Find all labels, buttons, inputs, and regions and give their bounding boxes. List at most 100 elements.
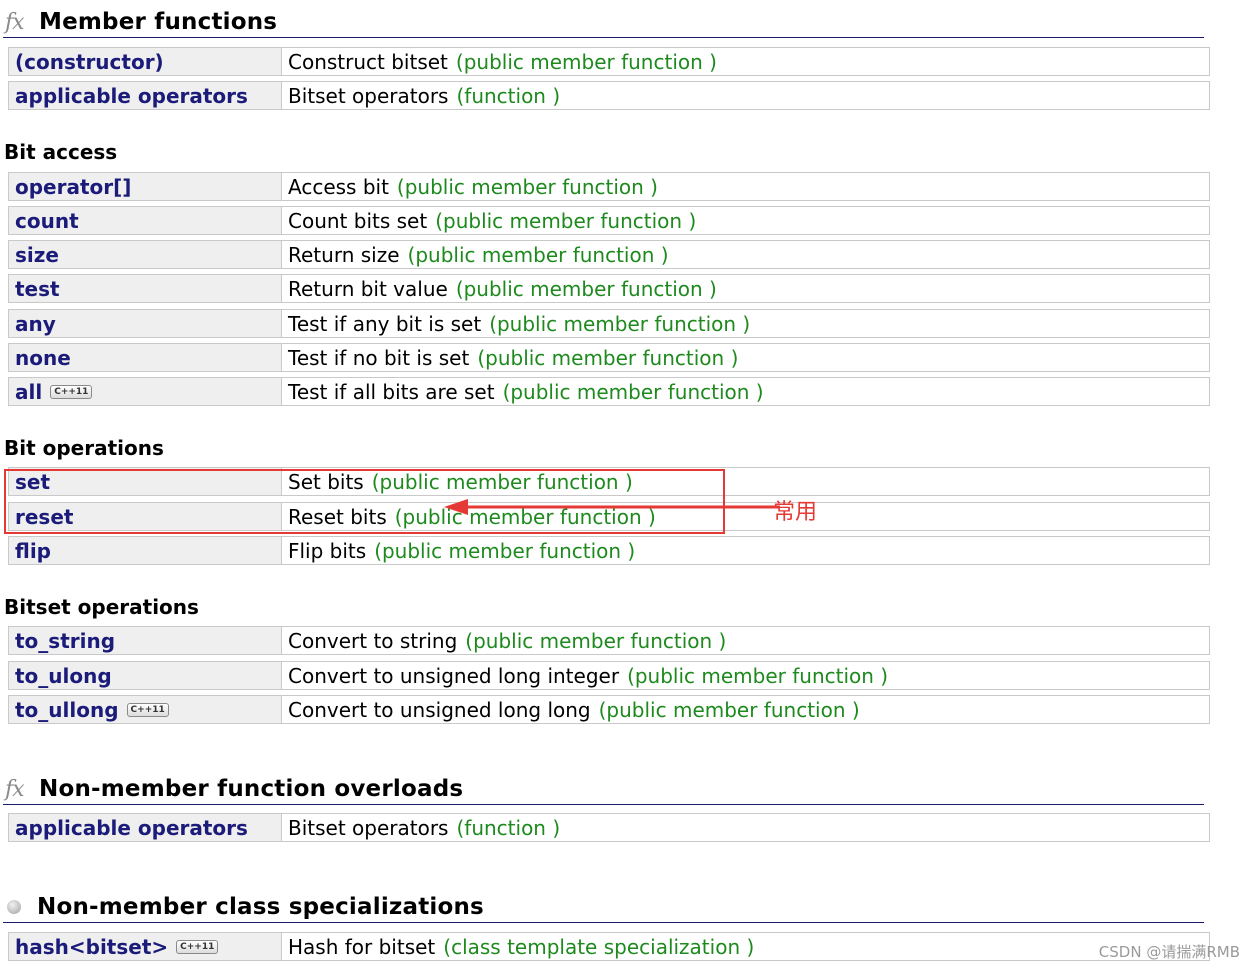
row-description: Test if all bits are set (public member … [282, 378, 1209, 405]
description-text: Flip bits [288, 538, 367, 563]
description-text: Convert to unsigned long integer [288, 663, 620, 688]
row-description: Set bits (public member function ) [282, 468, 1209, 495]
row-description: Test if any bit is set (public member fu… [282, 310, 1209, 337]
description-text: Test if no bit is set [288, 345, 470, 370]
group-title-bit-access: Bit access [4, 140, 118, 164]
section-non-member-overloads: fx Non-member function overloads [3, 774, 1204, 805]
table-row: flip Flip bits (public member function ) [8, 536, 1210, 565]
fx-icon: fx [5, 9, 25, 35]
description-text: Bitset operators [288, 815, 449, 840]
member-cell-to-ullong: to_ullong C++11 [9, 696, 282, 723]
description-text: Convert to string [288, 628, 458, 653]
kind-label: (public member function ) [396, 174, 658, 199]
member-cell-hash-bitset: hash<bitset> C++11 [9, 933, 282, 960]
row-description: Bitset operators (function ) [282, 82, 1209, 109]
row-description: Hash for bitset (class template speciali… [282, 933, 1209, 960]
row-description: Return size (public member function ) [282, 241, 1209, 268]
table-row: to_ullong C++11 Convert to unsigned long… [8, 695, 1210, 724]
member-link-reset[interactable]: reset [9, 503, 282, 530]
table-row: all C++11 Test if all bits are set (publ… [8, 377, 1210, 406]
description-text: Reset bits [288, 504, 387, 529]
member-link-size[interactable]: size [9, 241, 282, 268]
member-link-flip[interactable]: flip [9, 537, 282, 564]
description-text: Return bit value [288, 276, 448, 301]
member-link-applicable-operators[interactable]: applicable operators [9, 814, 282, 841]
kind-label: (public member function ) [455, 49, 717, 74]
table-row: applicable operators Bitset operators (f… [8, 81, 1210, 110]
annotation-label: 常用 [773, 500, 818, 525]
annotation-arrow-icon [444, 499, 780, 515]
table-row: test Return bit value (public member fun… [8, 274, 1210, 303]
kind-label: (function ) [456, 83, 561, 108]
kind-label: (public member function ) [435, 208, 697, 233]
section-non-member-specializations: Non-member class specializations [3, 892, 1204, 923]
watermark: CSDN @请揣满RMB [1098, 943, 1240, 961]
description-text: Set bits [288, 469, 364, 494]
table-row: set Set bits (public member function ) [8, 467, 1210, 496]
bullet-icon [3, 900, 33, 914]
cpp11-badge-icon: C++11 [50, 384, 93, 399]
kind-label: (function ) [456, 815, 561, 840]
member-cell-all: all C++11 [9, 378, 282, 405]
description-text: Test if all bits are set [288, 379, 495, 404]
description-text: Access bit [288, 174, 389, 199]
member-link-operator-brackets[interactable]: operator[] [9, 173, 282, 200]
member-link-set[interactable]: set [9, 468, 282, 495]
row-description: Test if no bit is set (public member fun… [282, 344, 1209, 371]
group-title-bitset-operations: Bitset operations [4, 595, 199, 619]
section-title: Non-member function overloads [39, 776, 464, 802]
row-description: Bitset operators (function ) [282, 814, 1209, 841]
member-link-to-string[interactable]: to_string [9, 627, 282, 654]
kind-label: (public member function ) [627, 663, 889, 688]
member-link-none[interactable]: none [9, 344, 282, 371]
member-link-to-ulong[interactable]: to_ulong [9, 662, 282, 689]
kind-label: (public member function ) [489, 311, 751, 336]
member-link-count[interactable]: count [9, 207, 282, 234]
row-description: Construct bitset (public member function… [282, 48, 1209, 75]
row-description: Convert to unsigned long long (public me… [282, 696, 1209, 723]
kind-label: (public member function ) [598, 697, 860, 722]
row-description: Flip bits (public member function ) [282, 537, 1209, 564]
table-row: operator[] Access bit (public member fun… [8, 172, 1210, 201]
kind-label: (public member function ) [371, 469, 633, 494]
section-title: Non-member class specializations [37, 894, 484, 920]
description-text: Convert to unsigned long long [288, 697, 591, 722]
kind-label: (public member function ) [455, 276, 717, 301]
table-row: applicable operators Bitset operators (f… [8, 813, 1210, 842]
group-title-bit-operations: Bit operations [4, 436, 164, 460]
row-description: Convert to string (public member functio… [282, 627, 1209, 654]
table-row: (constructor) Construct bitset (public m… [8, 47, 1210, 76]
section-title: Member functions [39, 9, 278, 35]
member-link-any[interactable]: any [9, 310, 282, 337]
description-text: Return size [288, 242, 400, 267]
member-link-test[interactable]: test [9, 275, 282, 302]
description-text: Bitset operators [288, 83, 449, 108]
fx-icon: fx [5, 776, 25, 802]
section-member-functions: fx Member functions [3, 7, 1204, 38]
kind-label: (public member function ) [374, 538, 636, 563]
row-description: Access bit (public member function ) [282, 173, 1209, 200]
member-link-constructor[interactable]: (constructor) [9, 48, 282, 75]
row-description: Return bit value (public member function… [282, 275, 1209, 302]
description-text: Construct bitset [288, 49, 448, 74]
cpp11-badge-icon: C++11 [176, 939, 219, 954]
row-description: Convert to unsigned long integer (public… [282, 662, 1209, 689]
table-row: to_ulong Convert to unsigned long intege… [8, 661, 1210, 690]
description-text: Count bits set [288, 208, 428, 233]
table-row: to_string Convert to string (public memb… [8, 626, 1210, 655]
table-row: count Count bits set (public member func… [8, 206, 1210, 235]
table-row: none Test if no bit is set (public membe… [8, 343, 1210, 372]
member-link-hash-bitset[interactable]: hash<bitset> [15, 935, 168, 959]
kind-label: (public member function ) [407, 242, 669, 267]
kind-label: (public member function ) [502, 379, 764, 404]
member-link-applicable-operators[interactable]: applicable operators [9, 82, 282, 109]
description-text: Test if any bit is set [288, 311, 482, 336]
row-description: Count bits set (public member function ) [282, 207, 1209, 234]
member-link-to-ullong[interactable]: to_ullong [15, 698, 119, 722]
member-link-all[interactable]: all [15, 380, 42, 404]
description-text: Hash for bitset [288, 934, 436, 959]
kind-label: (public member function ) [477, 345, 739, 370]
kind-label: (class template specialization ) [443, 934, 755, 959]
cpp11-badge-icon: C++11 [126, 702, 169, 717]
table-row: size Return size (public member function… [8, 240, 1210, 269]
